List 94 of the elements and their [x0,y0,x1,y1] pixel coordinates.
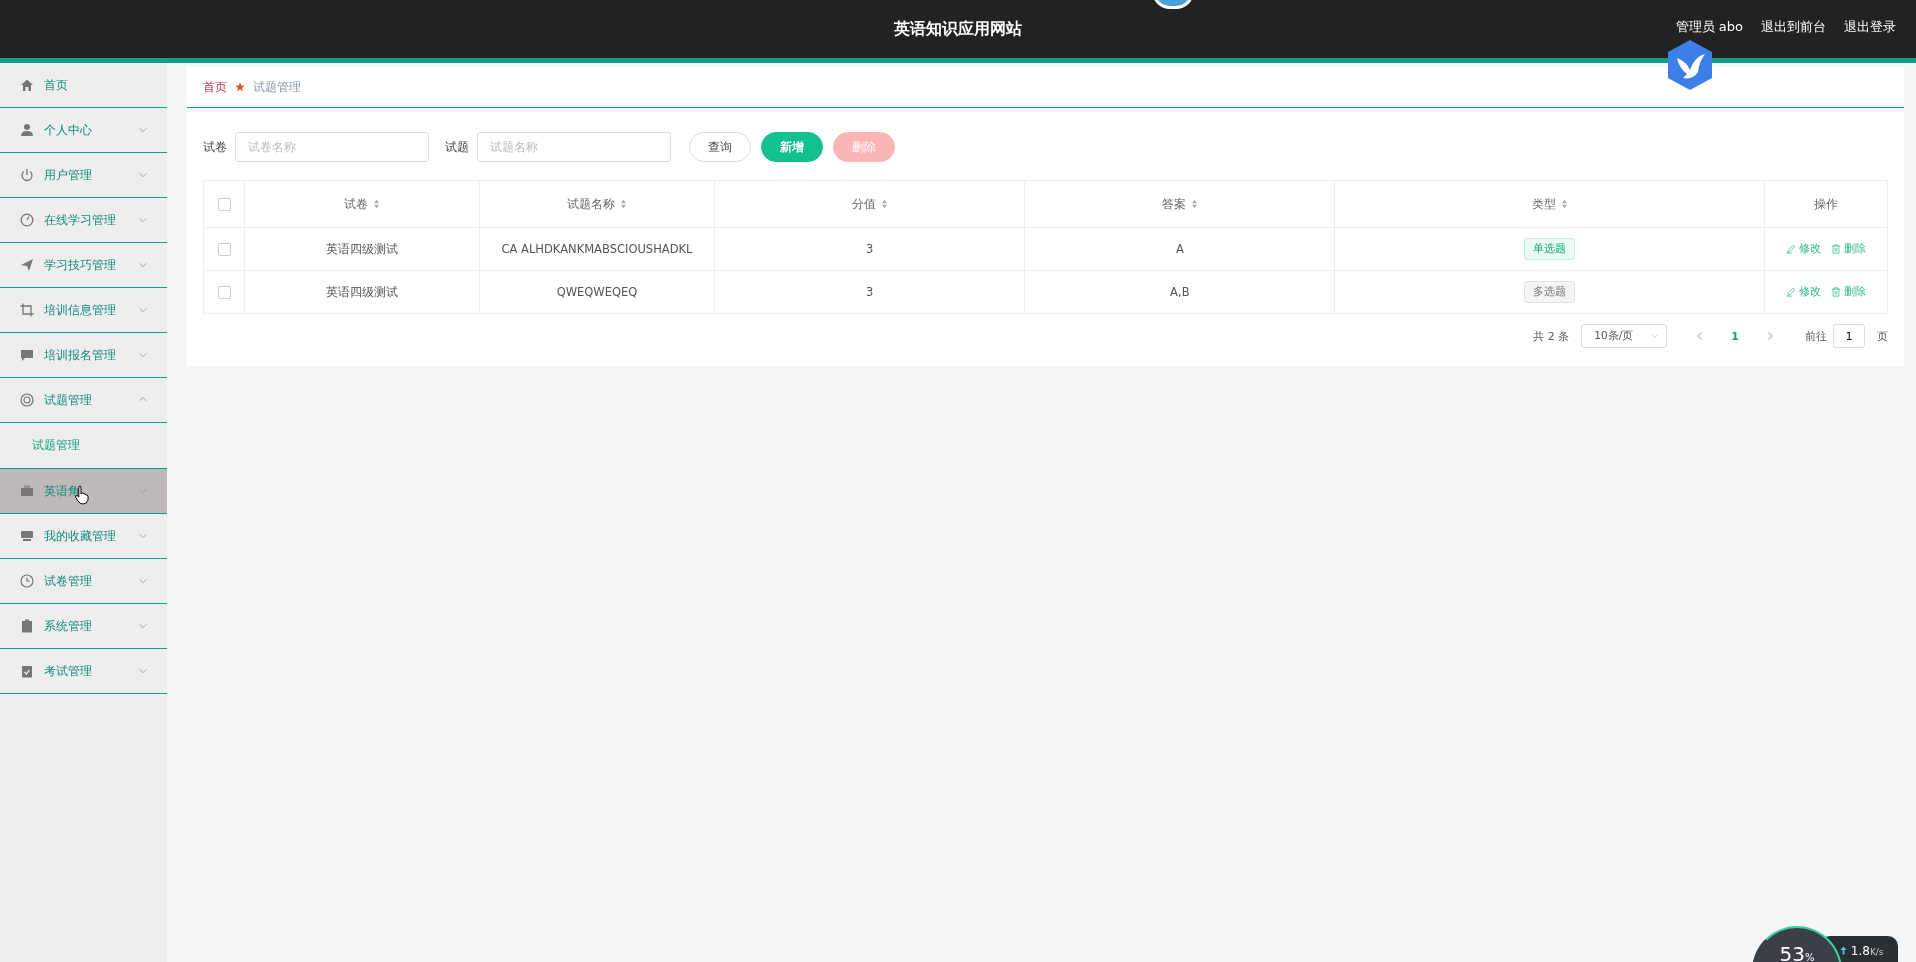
select-all-checkbox[interactable] [217,198,231,211]
menu-label: 在线学习管理 [44,212,116,228]
tray-icon [20,529,34,543]
menu-label: 培训信息管理 [44,302,116,318]
menu-item[interactable]: 个人中心 [0,108,167,153]
cpu-gauge: 53% [1752,926,1842,962]
lifebuoy-icon [20,393,34,407]
column-header[interactable]: 操作 [1764,180,1888,228]
page-suffix: 页 [1877,328,1888,344]
column-header[interactable]: 类型 [1334,180,1765,228]
menu-item[interactable]: 在线学习管理 [0,198,167,243]
clock-icon [20,574,34,588]
menu-label: 首页 [44,77,68,93]
table-cell: A,B [1024,270,1335,314]
page-number[interactable]: 1 [1731,329,1739,343]
column-header[interactable]: 试卷 [244,180,480,228]
header-link[interactable]: 退出登录 [1844,18,1896,36]
search-field[interactable]: 试题名称 [477,132,671,162]
pencil-icon [1786,286,1796,297]
add-button[interactable]: 新增 [761,132,823,162]
column-header[interactable]: 答案 [1024,180,1335,228]
sort-icon [880,199,888,209]
sort-icon [373,199,380,209]
menu-label: 培训报名管理 [44,347,116,363]
menu-item[interactable]: 考试管理 [0,649,167,694]
menu-label: 学习技巧管理 [44,257,116,273]
table-cell: A [1024,227,1335,271]
clipboard-check-icon [20,664,34,678]
search-field[interactable]: 试卷名称 [235,132,429,162]
menu-item[interactable]: 学习技巧管理 [0,243,167,288]
chat-icon [20,348,34,362]
menu-label: 个人中心 [44,122,92,138]
power-icon [20,168,34,182]
type-tag: 单选题 [1524,238,1576,260]
briefcase-icon [20,484,34,498]
menu-item[interactable]: 我的收藏管理 [0,514,167,559]
crop-icon [20,303,34,317]
star-icon [235,82,245,92]
delete-link[interactable]: 删除 [1831,241,1866,256]
menu-label: 系统管理 [44,618,92,634]
trash-icon [1831,286,1841,297]
menu-item[interactable]: 首页 [0,63,167,108]
menu-item[interactable]: 试题管理 [0,378,167,423]
pencil-icon [1786,243,1796,254]
filter-label: 试卷 [203,139,227,155]
sort-icon [620,199,627,209]
menu-label: 考试管理 [44,663,92,679]
page-size-select[interactable]: 10条/页 [1581,324,1668,348]
menu-item[interactable]: 系统管理 [0,604,167,649]
menu-item[interactable]: 培训信息管理 [0,288,167,333]
sort-icon [1560,199,1568,209]
table-cell: 3 [714,270,1025,314]
goto-label: 前往 [1805,328,1827,344]
total-count: 共 2 条 [1533,328,1570,344]
header-link[interactable]: 退出到前台 [1761,18,1826,36]
row-checkbox[interactable] [217,243,231,256]
type-tag: 多选题 [1524,281,1576,303]
gauge-icon [20,213,34,227]
menu-label: 试卷管理 [44,573,92,589]
table-cell: 英语四级测试 [244,227,480,271]
column-header[interactable]: 分值 [714,180,1025,228]
home-icon [20,78,34,92]
clipboard-icon [20,619,34,633]
menu-label: 我的收藏管理 [44,528,116,544]
menu-label: 试题管理 [44,392,92,408]
user-icon [20,123,34,137]
edit-link[interactable]: 修改 [1786,284,1821,299]
filter-label: 试题 [445,139,469,155]
column-header[interactable]: 试题名称 [479,180,715,228]
query-button[interactable]: 查询 [689,132,751,162]
row-checkbox[interactable] [217,286,231,299]
admin-name: 管理员 abo [1675,18,1743,36]
upload-arrow-icon [1840,946,1847,955]
delete-link[interactable]: 删除 [1831,284,1866,299]
table-cell: 英语四级测试 [244,270,480,314]
edit-link[interactable]: 修改 [1786,241,1821,256]
chevron-down-icon [1650,331,1661,341]
next-page-icon[interactable] [1765,331,1775,341]
table-cell: QWEQWEQEQ [479,270,715,314]
menu-item[interactable]: 用户管理 [0,153,167,198]
paper-plane-icon [20,258,34,272]
breadcrumb-link[interactable]: 首页 [203,79,227,95]
trash-icon [1831,243,1841,254]
menu-label: 用户管理 [44,167,92,183]
menu-item[interactable]: 英语角 [0,469,167,514]
table-cell: CA ALHDKANKMABSCIOUSHADKL [479,227,715,271]
menu-item[interactable]: 试卷管理 [0,559,167,604]
table-cell: 3 [714,227,1025,271]
menu-label: 英语角 [44,483,80,499]
breadcrumb-link[interactable]: 试题管理 [253,79,301,95]
sort-icon [1190,199,1198,209]
menu-item[interactable]: 培训报名管理 [0,333,167,378]
site-title: 英语知识应用网站 [894,18,1022,40]
page-input[interactable]: 1 [1833,324,1865,348]
